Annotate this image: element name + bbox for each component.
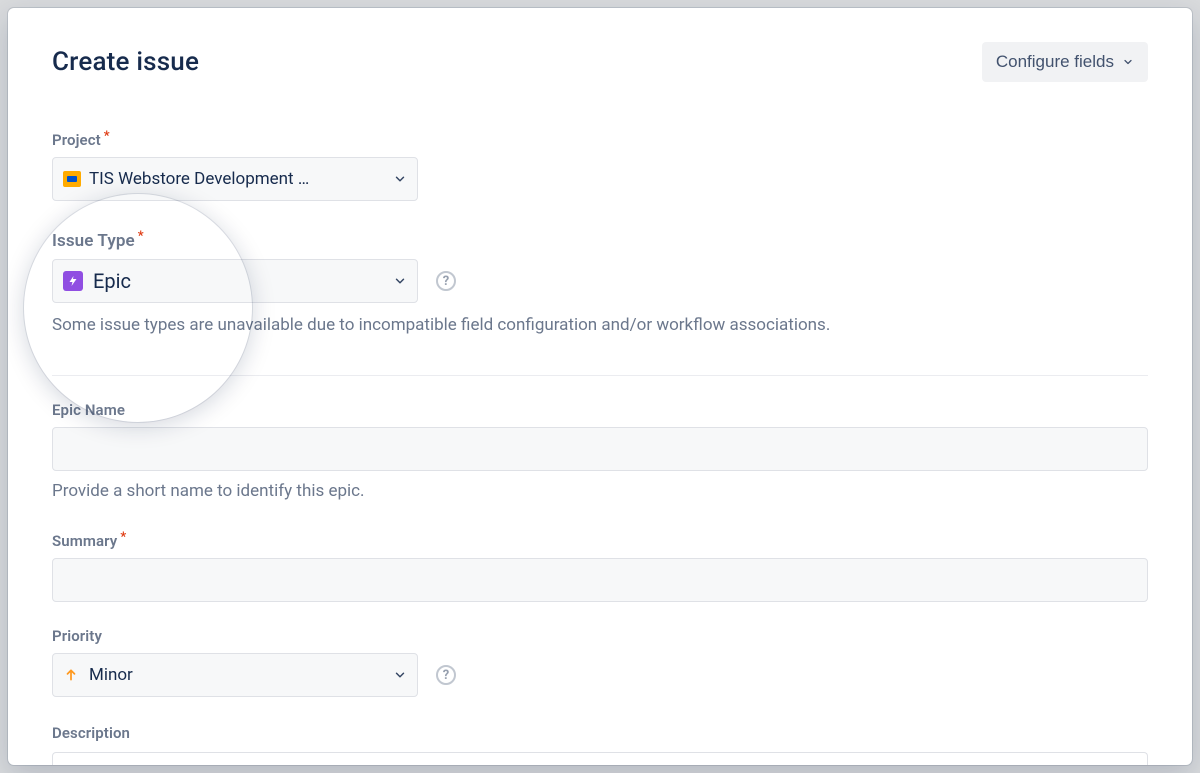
description-label-text: Description [52,724,130,742]
epic-name-label-text: Epic Name [52,401,125,419]
issue-type-label: Issue Type * [52,231,144,251]
epic-name-input[interactable] [52,427,1148,471]
epic-icon [63,271,83,291]
create-issue-dialog: Create issue Configure fields Project * … [8,8,1192,765]
epic-name-label: Epic Name [52,401,125,419]
chevron-down-icon [393,668,407,682]
priority-select[interactable]: Minor [52,653,418,697]
summary-label: Summary * [52,532,126,550]
priority-select-value: Minor [89,665,393,685]
help-icon[interactable]: ? [436,665,456,685]
issue-type-helper: Some issue types are unavailable due to … [52,315,1148,335]
description-field: Description [52,723,1148,765]
dialog-header: Create issue Configure fields [52,42,1148,82]
dialog-title: Create issue [52,47,199,77]
priority-label-text: Priority [52,627,102,645]
configure-fields-label: Configure fields [996,52,1114,72]
chevron-down-icon [1122,56,1134,68]
project-label-text: Project [52,131,101,149]
project-label: Project * [52,131,110,149]
issue-type-select[interactable]: Epic [52,259,418,303]
project-field: Project * TIS Webstore Development … [52,130,1148,201]
description-label: Description [52,724,130,742]
required-asterisk: * [138,229,144,244]
help-icon[interactable]: ? [436,271,456,291]
required-asterisk: * [104,129,110,144]
epic-name-helper: Provide a short name to identify this ep… [52,481,1148,501]
chevron-down-icon [393,274,407,288]
issue-type-select-value: Epic [93,269,393,293]
issue-type-field: Issue Type * Epic ? Some issue types are… [52,231,1148,335]
required-asterisk: * [120,530,126,545]
section-divider [52,375,1148,376]
dialog-content: Create issue Configure fields Project * … [8,8,1192,765]
configure-fields-button[interactable]: Configure fields [982,42,1148,82]
priority-label: Priority [52,627,102,645]
description-toolbar[interactable] [52,752,1148,765]
chevron-down-icon [393,172,407,186]
lightning-icon [67,275,79,287]
epic-name-field: Epic Name Provide a short name to identi… [52,400,1148,501]
issue-type-label-text: Issue Type [52,231,135,251]
summary-label-text: Summary [52,532,117,550]
issue-type-row: Epic ? [52,251,1148,303]
project-select[interactable]: TIS Webstore Development … [52,157,418,201]
priority-field: Priority Minor ? [52,626,1148,697]
priority-row: Minor ? [52,645,1148,697]
project-avatar-icon [63,171,81,187]
priority-minor-icon [63,667,79,683]
summary-input[interactable] [52,558,1148,602]
summary-field: Summary * [52,531,1148,602]
project-select-value: TIS Webstore Development … [89,169,393,189]
